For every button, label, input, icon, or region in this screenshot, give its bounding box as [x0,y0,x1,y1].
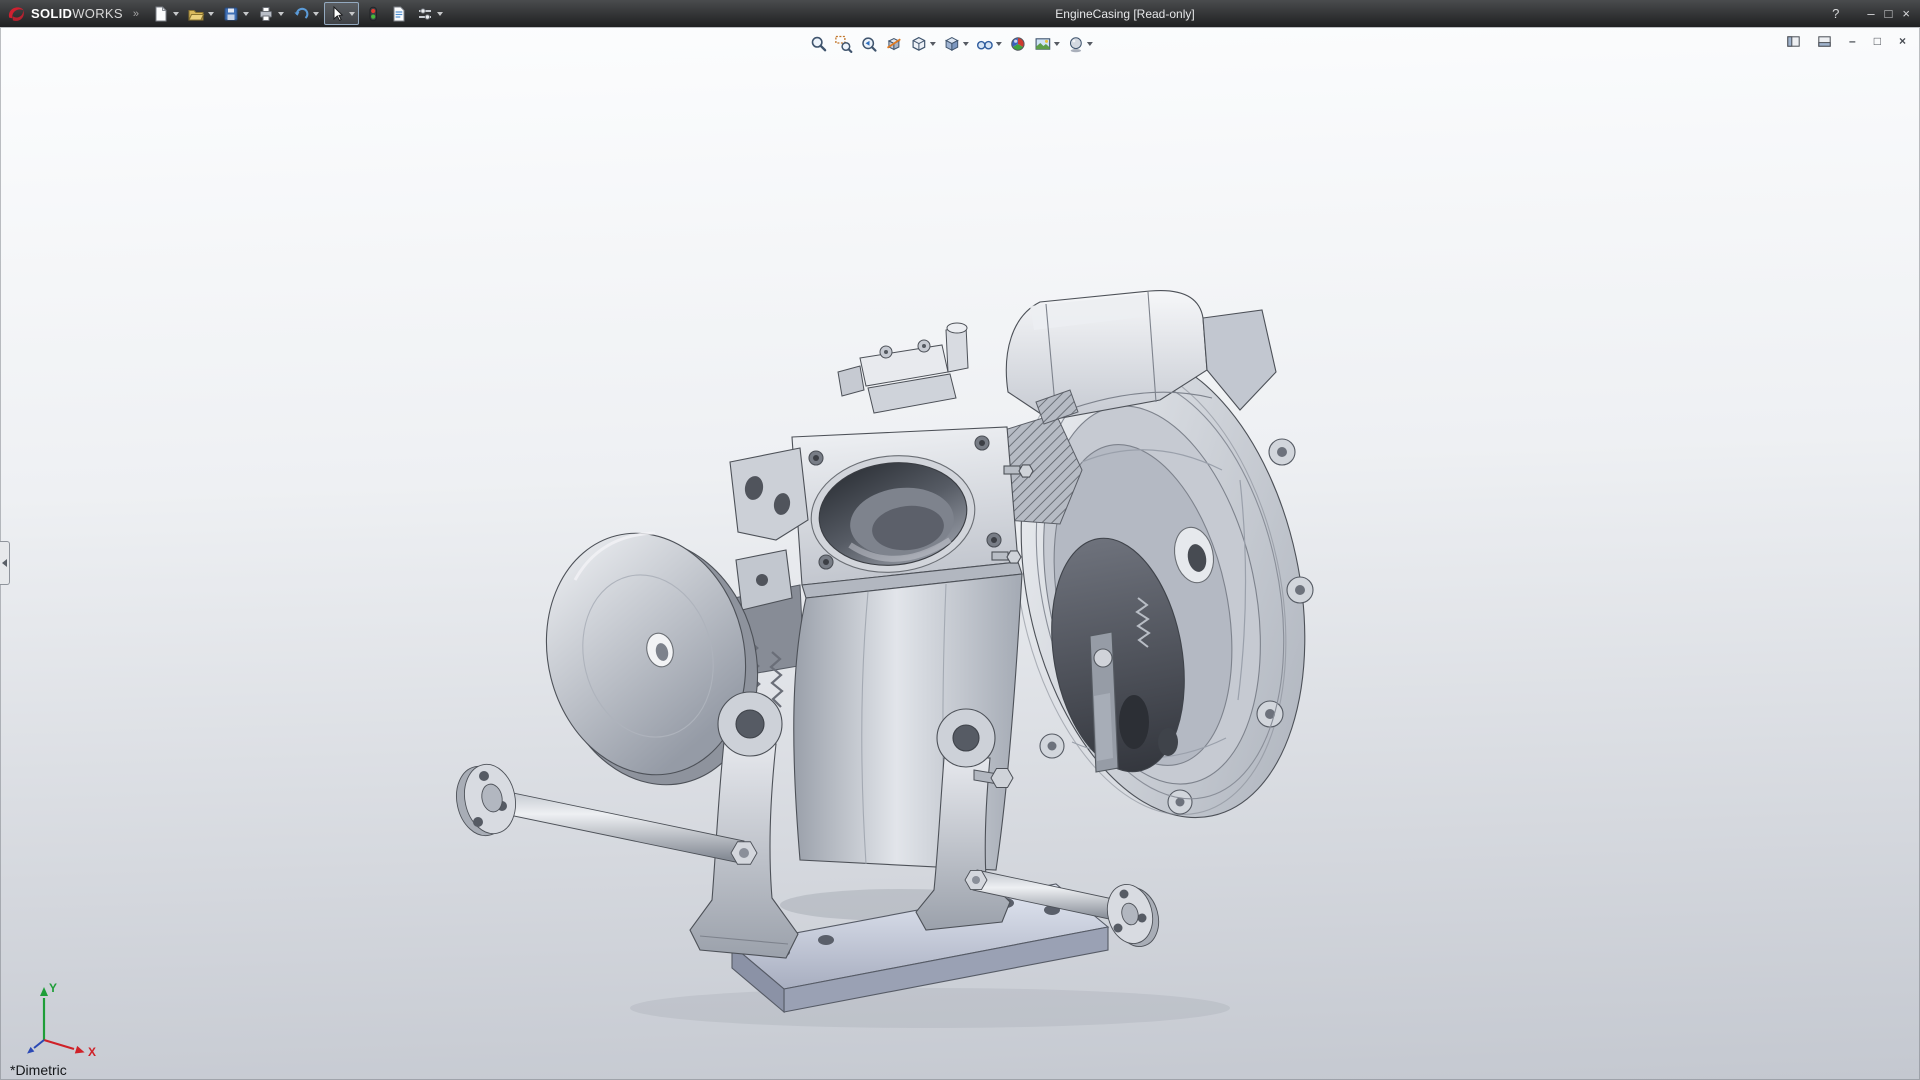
help-button[interactable]: ? [1832,6,1839,21]
engine-casing-model[interactable] [0,27,1920,1080]
previous-view-icon [860,35,878,53]
options-sliders-icon [416,5,434,23]
heads-up-view-toolbar [808,34,1095,54]
view-settings-button[interactable] [1065,34,1095,54]
eyeglasses-icon [976,35,994,53]
graphics-viewport[interactable]: – □ × Y X *Dimetric [0,27,1920,1080]
minimize-button[interactable]: – [1867,6,1874,21]
save-floppy-icon [222,5,240,23]
triad-y-label: Y [49,981,57,995]
top-flange[interactable] [792,427,1033,598]
zoom-to-area-button[interactable] [833,34,855,54]
display-style-flyout-arrow[interactable] [963,42,969,46]
hide-show-items-flyout-arrow[interactable] [996,42,1002,46]
view-orientation-cube-icon [910,35,928,53]
titlebar: SOLIDWORKS » [0,0,1920,27]
new-button[interactable] [149,3,182,24]
window-controls: ? – □ × [1832,0,1910,27]
save-flyout-arrow[interactable] [243,12,249,16]
print-flyout-arrow[interactable] [278,12,284,16]
view-settings-sphere-icon [1067,35,1085,53]
zoom-to-fit-icon [810,35,828,53]
rebuild-button[interactable] [361,3,385,24]
new-document-icon [152,5,170,23]
undo-flyout-arrow[interactable] [313,12,319,16]
document-close-button[interactable]: × [1899,34,1906,48]
document-restore-button[interactable]: □ [1874,34,1881,48]
window-title: EngineCasing [Read-only] [480,0,1770,27]
options-button[interactable] [413,3,446,24]
previous-view-button[interactable] [858,34,880,54]
select-button[interactable] [324,2,359,25]
hide-show-items-button[interactable] [974,34,1004,54]
open-folder-icon [187,5,205,23]
split-pane-icon[interactable] [1787,36,1800,47]
menu-overflow-chevron[interactable]: » [133,8,139,20]
triad-x-label: X [88,1045,96,1058]
mount-rod-front[interactable] [450,760,757,865]
save-button[interactable] [219,3,252,24]
intake-manifold[interactable] [838,323,968,413]
open-flyout-arrow[interactable] [208,12,214,16]
section-view-button[interactable] [883,34,905,54]
appearance-ball-icon [1009,35,1027,53]
menu-bar-toolbar [149,2,446,25]
apply-scene-button[interactable] [1032,34,1062,54]
view-orientation-label: *Dimetric [10,1062,67,1078]
select-cursor-icon [328,5,346,23]
new-flyout-arrow[interactable] [173,12,179,16]
section-view-icon [885,35,903,53]
undo-button[interactable] [289,3,322,24]
brand: SOLIDWORKS [0,4,129,24]
apply-scene-flyout-arrow[interactable] [1054,42,1060,46]
ground-shadow [630,988,1230,1028]
rebuild-traffic-light-icon [364,5,382,23]
open-button[interactable] [184,3,217,24]
zoom-to-area-icon [835,35,853,53]
brand-name: SOLIDWORKS [31,6,123,21]
document-window-controls: – □ × [1787,34,1906,48]
file-properties-button[interactable] [387,3,411,24]
print-button[interactable] [254,3,287,24]
undo-arrow-icon [292,5,310,23]
printer-icon [257,5,275,23]
view-settings-flyout-arrow[interactable] [1087,42,1093,46]
document-minimize-button[interactable]: – [1849,34,1856,48]
view-orientation-flyout-arrow[interactable] [930,42,936,46]
select-flyout-arrow[interactable] [349,12,355,16]
pane-display-icon[interactable] [1818,36,1831,47]
reference-triad: Y X [14,978,104,1058]
file-properties-icon [390,5,408,23]
solidworks-logo-icon [6,4,26,24]
options-flyout-arrow[interactable] [437,12,443,16]
collapse-arrow-icon [2,559,7,567]
restore-button[interactable]: □ [1885,6,1893,21]
display-style-icon [943,35,961,53]
edit-appearance-button[interactable] [1007,34,1029,54]
display-style-button[interactable] [941,34,971,54]
scene-photo-icon [1034,35,1052,53]
view-orientation-button[interactable] [908,34,938,54]
featuremanager-collapse-tab[interactable] [0,541,10,585]
zoom-to-fit-button[interactable] [808,34,830,54]
close-button[interactable]: × [1902,6,1910,21]
